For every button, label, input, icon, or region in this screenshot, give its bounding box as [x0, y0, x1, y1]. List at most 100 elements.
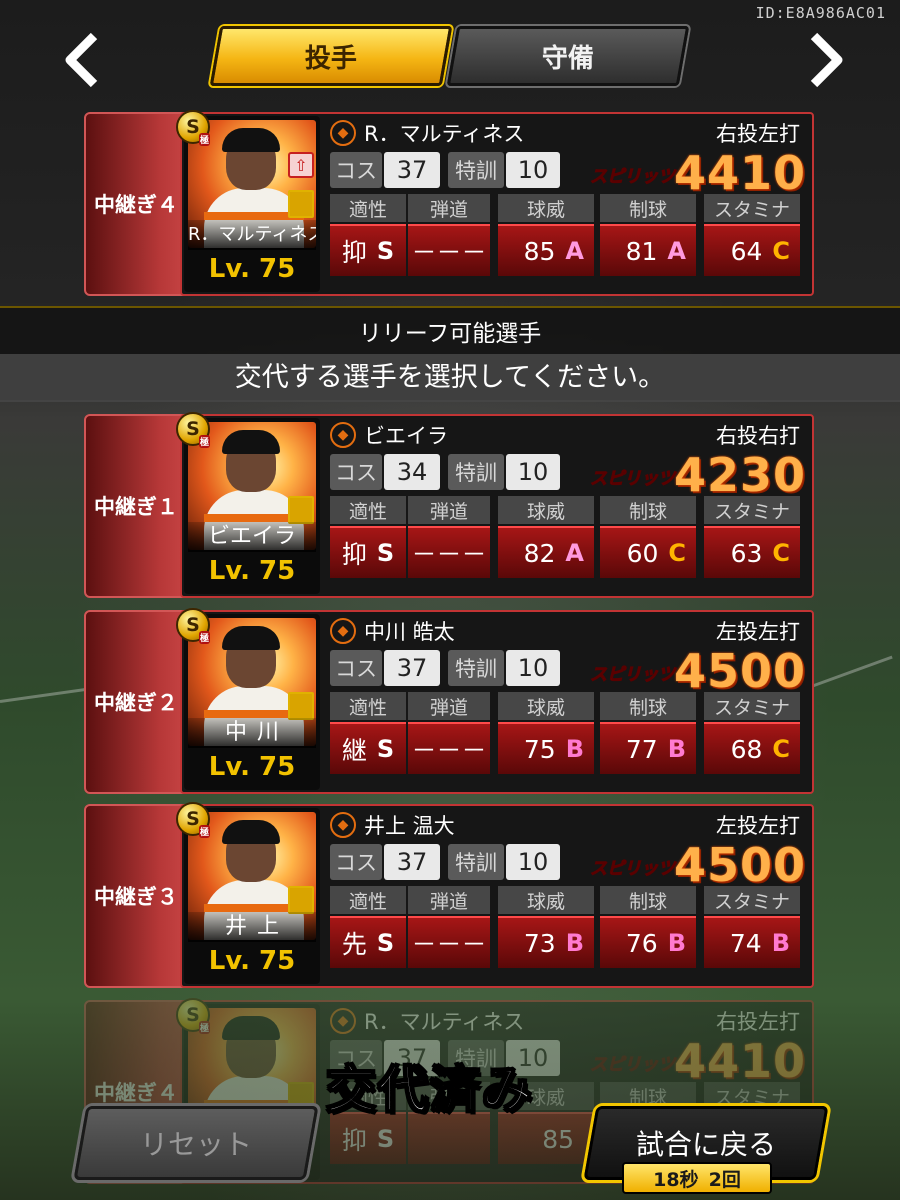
spirits-label: スピリッツ: [590, 167, 676, 188]
slot-label: 中継ぎ１: [84, 414, 194, 598]
power-header: 球威: [498, 886, 594, 914]
stat-aptitude-value: 抑: [341, 238, 367, 267]
training-value: 10: [506, 454, 560, 490]
trajectory-header: 弾道: [408, 496, 490, 524]
name-row: ◆ R．マルティネス 右投左打: [330, 116, 810, 150]
stat-stamina-value: 63: [730, 538, 763, 568]
timer-inning: 2回: [708, 1168, 741, 1191]
team-logo-icon: ◆: [330, 422, 356, 448]
previous-arrow-icon[interactable]: [58, 30, 108, 90]
stat-aptitude-grade: S: [376, 539, 395, 567]
cost-label: コス: [330, 152, 382, 188]
stamina-header: スタミナ: [704, 692, 800, 720]
slot-marker-icon: [288, 190, 314, 218]
control-header: 制球: [600, 496, 696, 524]
stat-stamina-grade: C: [772, 539, 790, 567]
spirits-value: 4500: [673, 838, 806, 892]
control-header: 制球: [600, 194, 696, 222]
spirits-value: 4230: [673, 448, 806, 502]
stat-control-grade: B: [667, 929, 686, 957]
stat-control-grade: C: [668, 539, 686, 567]
team-logo-icon: ◆: [330, 1008, 356, 1034]
stat-control: 76 B: [600, 916, 696, 968]
stat-aptitude-grade: S: [376, 929, 395, 957]
stat-stamina: 68 C: [704, 722, 800, 774]
reset-button[interactable]: リセット: [73, 1106, 319, 1180]
stat-power: 85 A: [498, 224, 594, 276]
trajectory-header: 弾道: [408, 194, 490, 222]
aptitude-header: 適性: [330, 692, 406, 720]
stat-aptitude: 抑 S: [330, 224, 406, 276]
slot-label: 中継ぎ２: [84, 610, 194, 794]
stat-control: 60 C: [600, 526, 696, 578]
spirits-value: 4410: [673, 1034, 806, 1088]
team-logo-icon: ◆: [330, 812, 356, 838]
spirits-label: スピリッツ: [590, 665, 676, 686]
team-logo-icon: ◆: [330, 120, 356, 146]
name-row: ◆ 井上 温大 左投左打: [330, 808, 810, 842]
stat-stamina-grade: C: [772, 735, 790, 763]
stat-power-grade: B: [565, 929, 584, 957]
stat-trajectory-value: －－－: [411, 540, 487, 569]
stat-control-value: 81: [625, 236, 658, 266]
player-name: ビエイラ: [364, 424, 448, 448]
slot-label: 中継ぎ４: [84, 112, 194, 296]
stat-control-value: 60: [626, 538, 659, 568]
player-level: Lv. 75: [208, 254, 296, 284]
stamina-header: スタミナ: [704, 496, 800, 524]
portrait-name: R．マルティネス: [188, 220, 316, 250]
stat-stamina: 63 C: [704, 526, 800, 578]
timer-seconds: 18秒: [653, 1168, 699, 1191]
player-card-candidate-2[interactable]: 中継ぎ２ S極 中川 Lv. 75 ◆ 中川 皓太 左投左打 コス 37 特訓 …: [84, 608, 814, 794]
stat-power-grade: A: [565, 237, 584, 265]
player-name: R．マルティネス: [364, 1010, 525, 1034]
banner-title: リリーフ可能選手: [358, 321, 542, 347]
stat-power-grade: A: [565, 539, 584, 567]
cost-value: 37: [384, 152, 440, 188]
name-row: ◆ R．マルティネス 右投左打: [330, 1004, 810, 1038]
tab-pitcher[interactable]: 投手: [209, 26, 453, 86]
player-card-candidate-1[interactable]: 中継ぎ１ S極 ビエイラ Lv. 75 ◆ ビエイラ 右投右打 コス 34 特訓…: [84, 412, 814, 598]
training-label: 特訓: [448, 454, 504, 490]
stat-stamina: 74 B: [704, 916, 800, 968]
player-name: 井上 温大: [364, 814, 455, 838]
portrait-name: 井上: [188, 912, 316, 942]
stat-trajectory-value: －－－: [411, 930, 487, 959]
stat-power-value: 85: [542, 1124, 574, 1154]
stat-trajectory: －－－: [408, 916, 490, 968]
stat-trajectory: －－－: [408, 224, 490, 276]
stat-stamina: 64 C: [704, 224, 800, 276]
stat-control: 77 B: [600, 722, 696, 774]
relief-banner: リリーフ可能選手 交代する選手を選択してください。: [0, 306, 900, 402]
player-id-label: ID:E8A986AC01: [755, 4, 886, 22]
aptitude-header: 適性: [330, 496, 406, 524]
stat-power-grade: B: [565, 735, 584, 763]
training-label: 特訓: [448, 152, 504, 188]
player-card-candidate-3[interactable]: 中継ぎ３ S極 井上 Lv. 75 ◆ 井上 温大 左投左打 コス 37 特訓 …: [84, 802, 814, 988]
swapped-overlay: 交代済み: [325, 1060, 534, 1120]
rank-s-badge-icon: S極: [176, 608, 210, 644]
spirits-label: スピリッツ: [590, 859, 676, 880]
stat-control-grade: B: [667, 735, 686, 763]
spirits-label: スピリッツ: [590, 469, 676, 490]
team-logo-icon: ◆: [330, 618, 356, 644]
stat-control-value: 76: [625, 928, 658, 958]
player-card-current-pitcher[interactable]: 中継ぎ４ S極 ⇧ R．マルティネス Lv. 75 ◆ R．マルティネス 右投左…: [84, 110, 814, 296]
stat-power-value: 82: [523, 538, 556, 568]
stat-stamina-grade: C: [772, 237, 790, 265]
stat-trajectory-value: －－－: [411, 736, 487, 765]
tab-defense[interactable]: 守備: [446, 26, 690, 86]
throw-bat-hand: 左投左打: [716, 814, 800, 838]
stat-power-value: 73: [523, 928, 556, 958]
throw-bat-hand: 右投左打: [716, 1010, 800, 1034]
stat-aptitude: 先 S: [330, 916, 406, 968]
aptitude-header: 適性: [330, 194, 406, 222]
stat-aptitude-value: 継: [341, 736, 367, 765]
next-arrow-icon[interactable]: [800, 30, 850, 90]
training-value: 10: [506, 650, 560, 686]
cost-value: 37: [384, 650, 440, 686]
stat-aptitude-value: 抑: [341, 1126, 367, 1155]
player-name: 中川 皓太: [364, 620, 455, 644]
training-value: 10: [506, 152, 560, 188]
stat-aptitude-grade: S: [376, 1125, 395, 1153]
